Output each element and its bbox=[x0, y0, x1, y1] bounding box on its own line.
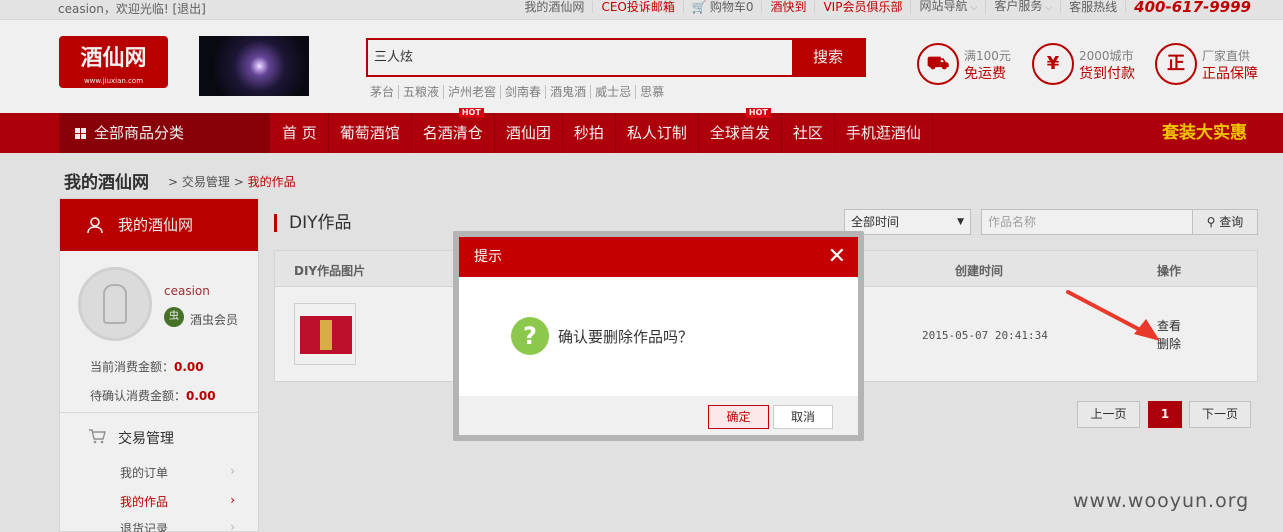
annotation-arrow-icon bbox=[1066, 290, 1160, 341]
watermark: www.wooyun.org bbox=[1073, 490, 1250, 512]
dialog-header: 提示 ✕ bbox=[459, 237, 858, 277]
dialog-body: ? 确认要删除作品吗？ bbox=[459, 277, 858, 396]
close-icon[interactable]: ✕ bbox=[828, 237, 846, 277]
cancel-button[interactable]: 取消 bbox=[773, 405, 833, 429]
confirm-dialog: 提示 ✕ ? 确认要删除作品吗？ 确定 取消 bbox=[453, 231, 864, 441]
dialog-message: 确认要删除作品吗？ bbox=[558, 328, 694, 346]
question-icon: ? bbox=[511, 317, 549, 355]
dialog-title: 提示 bbox=[474, 249, 502, 265]
confirm-button[interactable]: 确定 bbox=[708, 405, 769, 429]
dialog-footer: 确定 取消 bbox=[459, 396, 858, 435]
